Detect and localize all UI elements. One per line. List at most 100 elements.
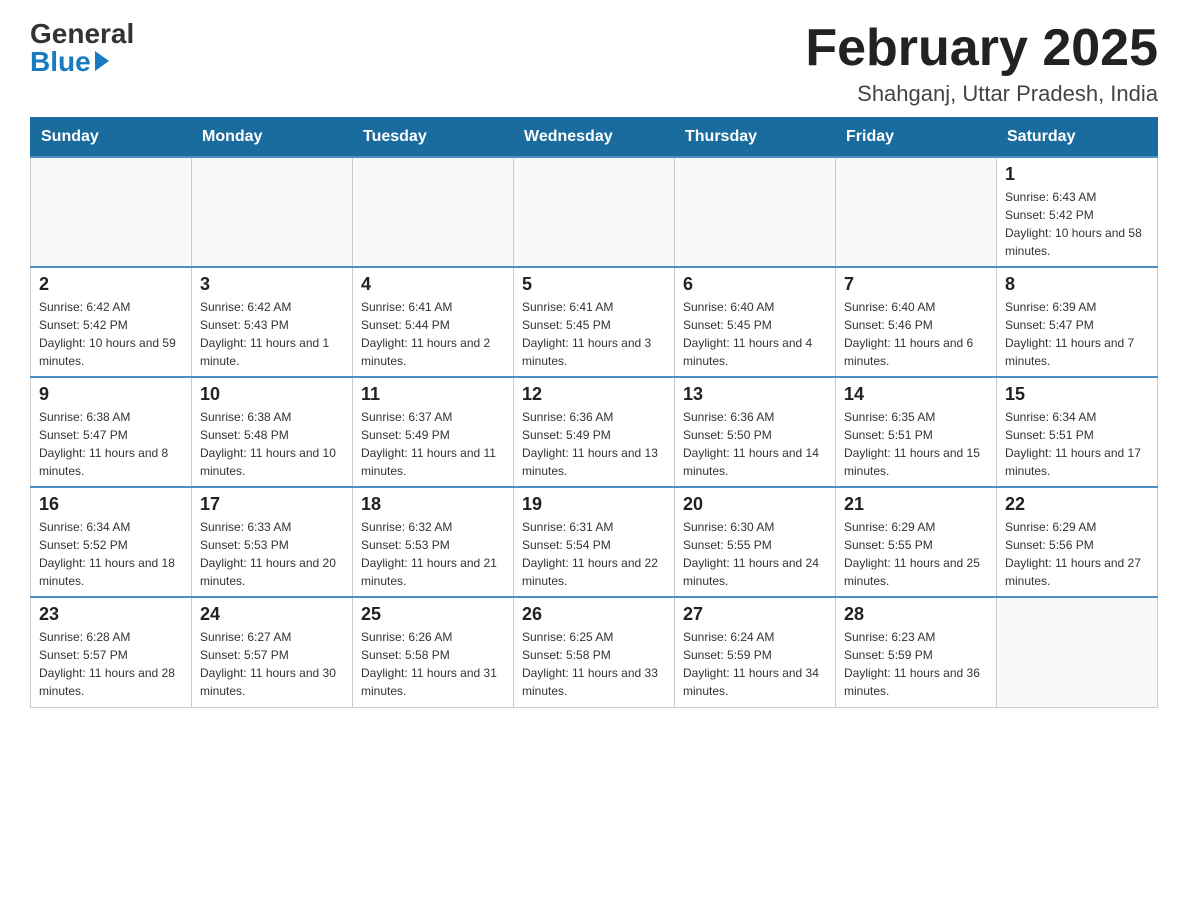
day-info: Sunrise: 6:38 AMSunset: 5:47 PMDaylight:…	[39, 408, 183, 480]
calendar-cell: 2 Sunrise: 6:42 AMSunset: 5:42 PMDaylight…	[31, 267, 192, 377]
calendar-cell: 8 Sunrise: 6:39 AMSunset: 5:47 PMDaylight…	[997, 267, 1158, 377]
day-number: 15	[1005, 384, 1149, 405]
calendar-cell: 17 Sunrise: 6:33 AMSunset: 5:53 PMDayligh…	[192, 487, 353, 597]
day-number: 25	[361, 604, 505, 625]
day-number: 11	[361, 384, 505, 405]
calendar-cell: 10 Sunrise: 6:38 AMSunset: 5:48 PMDayligh…	[192, 377, 353, 487]
day-info: Sunrise: 6:23 AMSunset: 5:59 PMDaylight:…	[844, 628, 988, 700]
day-number: 22	[1005, 494, 1149, 515]
calendar-cell: 27Sunrise: 6:24 AMSunset: 5:59 PMDayligh…	[675, 597, 836, 707]
calendar-week-row: 1 Sunrise: 6:43 AMSunset: 5:42 PMDaylight…	[31, 157, 1158, 267]
weekday-header-sunday: Sunday	[31, 118, 192, 158]
day-info: Sunrise: 6:33 AMSunset: 5:53 PMDaylight:…	[200, 518, 344, 590]
day-info: Sunrise: 6:34 AMSunset: 5:52 PMDaylight:…	[39, 518, 183, 590]
calendar-cell: 4 Sunrise: 6:41 AMSunset: 5:44 PMDaylight…	[353, 267, 514, 377]
day-number: 3	[200, 274, 344, 295]
logo-triangle-icon	[95, 51, 109, 71]
calendar-cell: 7 Sunrise: 6:40 AMSunset: 5:46 PMDaylight…	[836, 267, 997, 377]
calendar-cell: 9 Sunrise: 6:38 AMSunset: 5:47 PMDaylight…	[31, 377, 192, 487]
day-info: Sunrise: 6:39 AMSunset: 5:47 PMDaylight:…	[1005, 298, 1149, 370]
calendar-cell: 19Sunrise: 6:31 AMSunset: 5:54 PMDayligh…	[514, 487, 675, 597]
page-header: General Blue February 2025 Shahganj, Utt…	[30, 20, 1158, 107]
calendar-cell: 24 Sunrise: 6:27 AMSunset: 5:57 PMDayligh…	[192, 597, 353, 707]
day-number: 13	[683, 384, 827, 405]
calendar-cell	[31, 157, 192, 267]
day-number: 24	[200, 604, 344, 625]
weekday-header-monday: Monday	[192, 118, 353, 158]
calendar-cell	[514, 157, 675, 267]
day-info: Sunrise: 6:43 AMSunset: 5:42 PMDaylight:…	[1005, 188, 1149, 260]
day-info: Sunrise: 6:24 AMSunset: 5:59 PMDaylight:…	[683, 628, 827, 700]
weekday-header-saturday: Saturday	[997, 118, 1158, 158]
day-number: 26	[522, 604, 666, 625]
calendar-cell	[353, 157, 514, 267]
calendar-cell: 12 Sunrise: 6:36 AMSunset: 5:49 PMDayligh…	[514, 377, 675, 487]
calendar-cell: 28 Sunrise: 6:23 AMSunset: 5:59 PMDayligh…	[836, 597, 997, 707]
day-number: 1	[1005, 164, 1149, 185]
day-number: 2	[39, 274, 183, 295]
day-number: 8	[1005, 274, 1149, 295]
month-title: February 2025	[805, 20, 1158, 77]
calendar-cell: 5Sunrise: 6:41 AMSunset: 5:45 PMDaylight…	[514, 267, 675, 377]
day-number: 17	[200, 494, 344, 515]
day-info: Sunrise: 6:37 AMSunset: 5:49 PMDaylight:…	[361, 408, 505, 480]
logo-blue-text: Blue	[30, 48, 91, 76]
day-number: 5	[522, 274, 666, 295]
day-info: Sunrise: 6:35 AMSunset: 5:51 PMDaylight:…	[844, 408, 988, 480]
day-info: Sunrise: 6:31 AMSunset: 5:54 PMDaylight:…	[522, 518, 666, 590]
calendar-cell: 20 Sunrise: 6:30 AMSunset: 5:55 PMDayligh…	[675, 487, 836, 597]
calendar-cell: 1 Sunrise: 6:43 AMSunset: 5:42 PMDaylight…	[997, 157, 1158, 267]
day-number: 16	[39, 494, 183, 515]
day-number: 12	[522, 384, 666, 405]
day-info: Sunrise: 6:40 AMSunset: 5:46 PMDaylight:…	[844, 298, 988, 370]
calendar-cell: 3 Sunrise: 6:42 AMSunset: 5:43 PMDaylight…	[192, 267, 353, 377]
day-info: Sunrise: 6:36 AMSunset: 5:49 PMDaylight:…	[522, 408, 666, 480]
day-number: 9	[39, 384, 183, 405]
location-title: Shahganj, Uttar Pradesh, India	[805, 81, 1158, 107]
day-info: Sunrise: 6:32 AMSunset: 5:53 PMDaylight:…	[361, 518, 505, 590]
day-number: 20	[683, 494, 827, 515]
day-number: 6	[683, 274, 827, 295]
calendar-cell: 6 Sunrise: 6:40 AMSunset: 5:45 PMDaylight…	[675, 267, 836, 377]
calendar-cell: 15 Sunrise: 6:34 AMSunset: 5:51 PMDayligh…	[997, 377, 1158, 487]
calendar-week-row: 16 Sunrise: 6:34 AMSunset: 5:52 PMDayligh…	[31, 487, 1158, 597]
calendar-table: SundayMondayTuesdayWednesdayThursdayFrid…	[30, 117, 1158, 708]
calendar-cell: 21 Sunrise: 6:29 AMSunset: 5:55 PMDayligh…	[836, 487, 997, 597]
day-number: 10	[200, 384, 344, 405]
day-info: Sunrise: 6:27 AMSunset: 5:57 PMDaylight:…	[200, 628, 344, 700]
calendar-cell	[997, 597, 1158, 707]
weekday-header-friday: Friday	[836, 118, 997, 158]
calendar-cell: 25 Sunrise: 6:26 AMSunset: 5:58 PMDayligh…	[353, 597, 514, 707]
day-info: Sunrise: 6:26 AMSunset: 5:58 PMDaylight:…	[361, 628, 505, 700]
day-info: Sunrise: 6:42 AMSunset: 5:43 PMDaylight:…	[200, 298, 344, 370]
day-info: Sunrise: 6:36 AMSunset: 5:50 PMDaylight:…	[683, 408, 827, 480]
day-info: Sunrise: 6:25 AMSunset: 5:58 PMDaylight:…	[522, 628, 666, 700]
day-info: Sunrise: 6:40 AMSunset: 5:45 PMDaylight:…	[683, 298, 827, 370]
day-number: 23	[39, 604, 183, 625]
day-number: 28	[844, 604, 988, 625]
day-number: 4	[361, 274, 505, 295]
day-number: 21	[844, 494, 988, 515]
logo-general-text: General	[30, 20, 134, 48]
day-number: 7	[844, 274, 988, 295]
day-info: Sunrise: 6:34 AMSunset: 5:51 PMDaylight:…	[1005, 408, 1149, 480]
calendar-cell: 18 Sunrise: 6:32 AMSunset: 5:53 PMDayligh…	[353, 487, 514, 597]
day-info: Sunrise: 6:29 AMSunset: 5:56 PMDaylight:…	[1005, 518, 1149, 590]
calendar-week-row: 9 Sunrise: 6:38 AMSunset: 5:47 PMDaylight…	[31, 377, 1158, 487]
calendar-cell: 26 Sunrise: 6:25 AMSunset: 5:58 PMDayligh…	[514, 597, 675, 707]
logo: General Blue	[30, 20, 134, 76]
day-info: Sunrise: 6:41 AMSunset: 5:44 PMDaylight:…	[361, 298, 505, 370]
weekday-header-thursday: Thursday	[675, 118, 836, 158]
day-info: Sunrise: 6:38 AMSunset: 5:48 PMDaylight:…	[200, 408, 344, 480]
calendar-cell: 23Sunrise: 6:28 AMSunset: 5:57 PMDayligh…	[31, 597, 192, 707]
day-info: Sunrise: 6:29 AMSunset: 5:55 PMDaylight:…	[844, 518, 988, 590]
day-info: Sunrise: 6:42 AMSunset: 5:42 PMDaylight:…	[39, 298, 183, 370]
calendar-cell: 16 Sunrise: 6:34 AMSunset: 5:52 PMDayligh…	[31, 487, 192, 597]
calendar-cell: 13 Sunrise: 6:36 AMSunset: 5:50 PMDayligh…	[675, 377, 836, 487]
title-block: February 2025 Shahganj, Uttar Pradesh, I…	[805, 20, 1158, 107]
day-number: 18	[361, 494, 505, 515]
weekday-header-wednesday: Wednesday	[514, 118, 675, 158]
calendar-header-row: SundayMondayTuesdayWednesdayThursdayFrid…	[31, 118, 1158, 158]
calendar-cell: 22 Sunrise: 6:29 AMSunset: 5:56 PMDayligh…	[997, 487, 1158, 597]
day-info: Sunrise: 6:30 AMSunset: 5:55 PMDaylight:…	[683, 518, 827, 590]
